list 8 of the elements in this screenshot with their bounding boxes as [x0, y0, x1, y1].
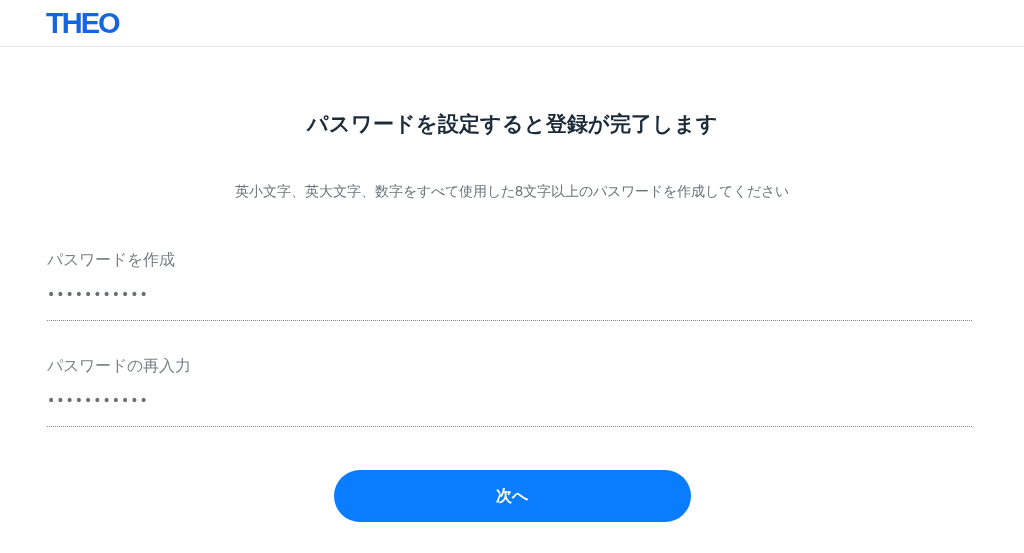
instructions-text: 英小文字、英大文字、数字をすべて使用した8文字以上のパスワードを作成してください: [233, 182, 791, 201]
field-label: パスワードの再入力: [47, 355, 192, 377]
field-label: パスワードを作成: [47, 249, 176, 271]
password-field[interactable]: •••••••••••: [47, 389, 972, 427]
next-button[interactable]: 次へ: [333, 470, 691, 522]
logo[interactable]: THEO: [46, 8, 119, 38]
page-title: パスワードを設定すると登録が完了します: [305, 111, 719, 137]
password-field[interactable]: •••••••••••: [47, 283, 972, 321]
